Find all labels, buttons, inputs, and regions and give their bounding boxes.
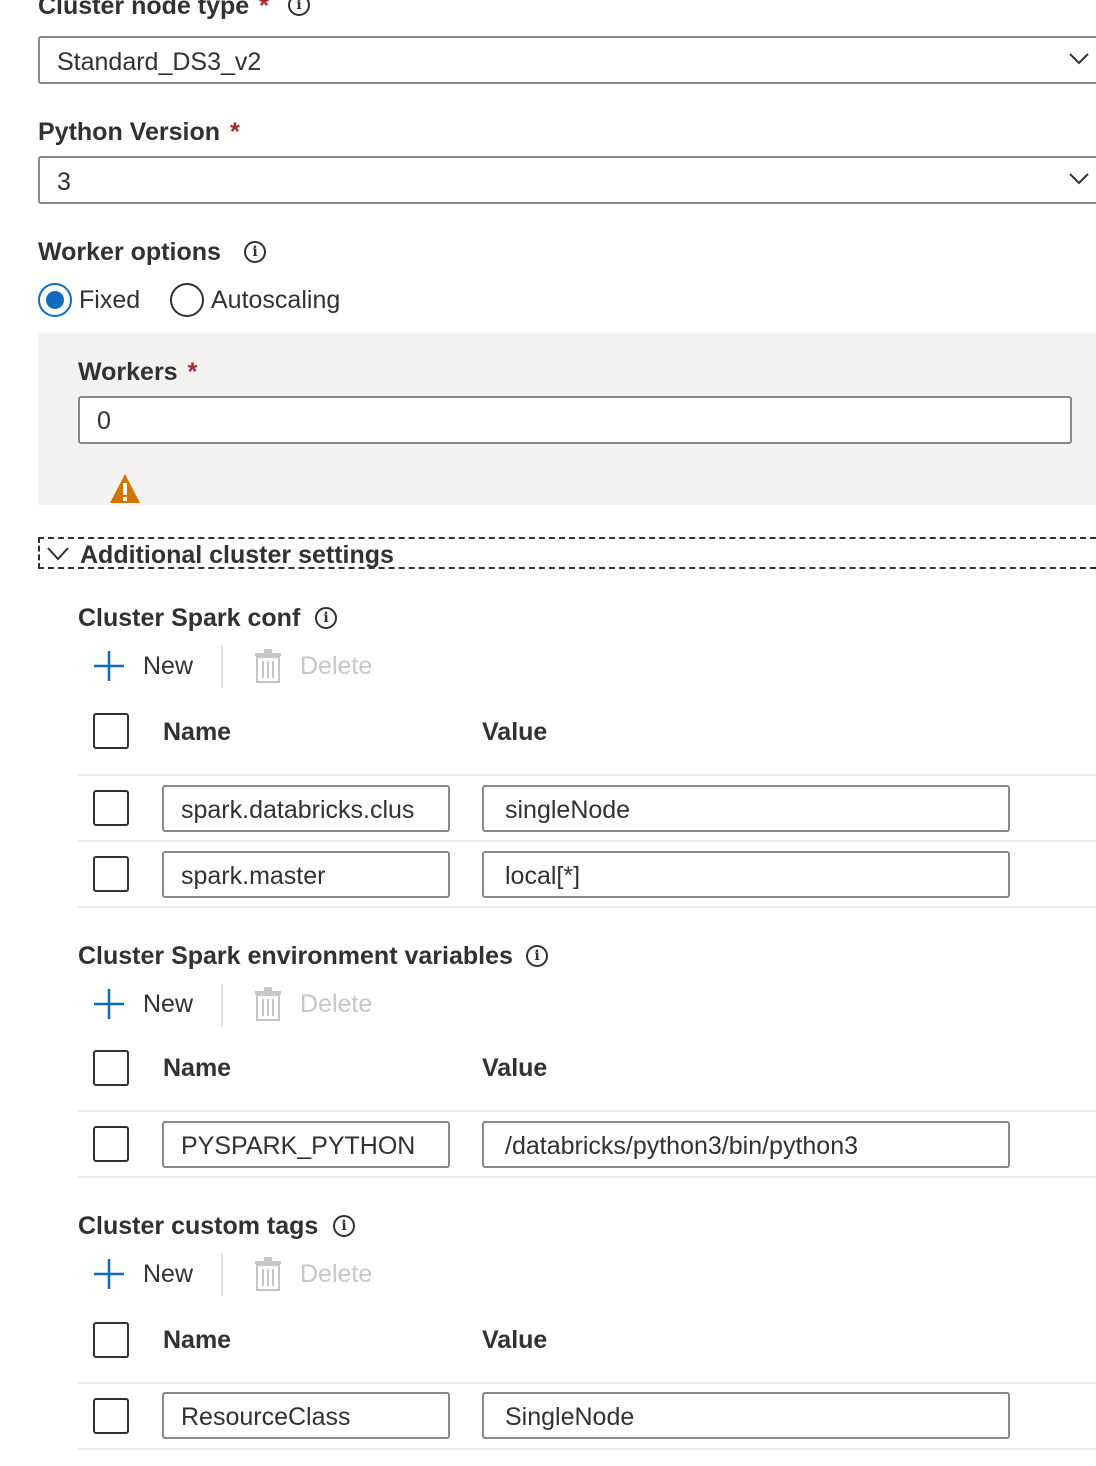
radio-fixed[interactable]: [38, 283, 72, 317]
chevron-down-icon: [1069, 53, 1089, 65]
spark-env-title: Cluster Spark environment variables: [78, 942, 513, 970]
workers-label-text: Workers: [78, 358, 178, 386]
python-version-value: 3: [57, 168, 71, 196]
workers-panel: Workers * 0: [38, 333, 1096, 505]
plus-icon[interactable]: [93, 988, 125, 1020]
custom-tag-name-value: ResourceClass: [181, 1403, 351, 1431]
chevron-down-icon: [47, 547, 69, 561]
toolbar-divider: [221, 646, 223, 688]
spark-conf-name-input[interactable]: spark.master: [162, 851, 450, 898]
spark-conf-delete-button[interactable]: Delete: [300, 652, 372, 681]
divider: [78, 1176, 1096, 1178]
spark-conf-new-button[interactable]: New: [143, 652, 193, 681]
custom-tag-value-value: SingleNode: [505, 1403, 635, 1431]
divider: [78, 1110, 1096, 1112]
column-header-value: Value: [482, 1054, 548, 1082]
spark-env-value-value: /databricks/python3/bin/python3: [505, 1132, 859, 1160]
cluster-node-type-dropdown[interactable]: Standard_DS3_v2: [38, 36, 1096, 84]
row-checkbox[interactable]: [93, 856, 129, 892]
trash-icon: [255, 987, 281, 1021]
worker-options-label: Worker options: [38, 238, 221, 266]
custom-tag-name-input[interactable]: ResourceClass: [162, 1392, 450, 1439]
column-header-value: Value: [482, 1326, 548, 1354]
spark-env-new-button[interactable]: New: [143, 990, 193, 1019]
warning-icon: [110, 474, 140, 503]
workers-value: 0: [97, 407, 111, 435]
trash-icon: [255, 1257, 281, 1291]
chevron-down-icon: [1069, 173, 1089, 185]
row-checkbox[interactable]: [93, 1126, 129, 1162]
info-icon[interactable]: i: [288, 0, 310, 16]
spark-conf-name-value: spark.master: [181, 862, 326, 890]
required-mark: *: [229, 118, 240, 146]
divider: [78, 1382, 1096, 1384]
divider: [78, 840, 1096, 842]
cluster-node-type-label: Cluster node type *: [38, 0, 269, 21]
custom-tag-value-input[interactable]: SingleNode: [482, 1392, 1010, 1439]
trash-icon: [255, 649, 281, 683]
custom-tags-new-button[interactable]: New: [143, 1260, 193, 1289]
spark-conf-name-value: spark.databricks.clus: [181, 796, 415, 824]
column-header-name: Name: [163, 1326, 232, 1354]
required-mark: *: [187, 358, 198, 386]
python-version-label-text: Python Version: [38, 118, 220, 146]
radio-autoscaling[interactable]: [170, 283, 204, 317]
workers-input[interactable]: 0: [78, 396, 1072, 444]
select-all-checkbox[interactable]: [93, 713, 129, 749]
spark-conf-value-value: singleNode: [505, 796, 631, 824]
toolbar-divider: [221, 984, 223, 1026]
select-all-checkbox[interactable]: [93, 1050, 129, 1086]
cluster-node-type-value: Standard_DS3_v2: [57, 48, 262, 76]
column-header-name: Name: [163, 718, 232, 746]
workers-label: Workers *: [78, 358, 197, 387]
column-header-value: Value: [482, 718, 548, 746]
spark-env-value-input[interactable]: /databricks/python3/bin/python3: [482, 1121, 1010, 1168]
divider: [78, 1448, 1096, 1450]
spark-conf-name-input[interactable]: spark.databricks.clus: [162, 785, 450, 832]
divider: [78, 774, 1096, 776]
info-icon[interactable]: i: [315, 607, 337, 629]
divider: [78, 906, 1096, 908]
info-icon[interactable]: i: [244, 241, 266, 263]
required-mark: *: [259, 0, 269, 20]
select-all-checkbox[interactable]: [93, 1322, 129, 1358]
radio-autoscaling-label[interactable]: Autoscaling: [211, 286, 340, 315]
spark-conf-value-input[interactable]: singleNode: [482, 785, 1010, 832]
toolbar-divider: [221, 1254, 223, 1296]
row-checkbox[interactable]: [93, 1398, 129, 1434]
custom-tags-delete-button[interactable]: Delete: [300, 1260, 372, 1289]
additional-settings-title: Additional cluster settings: [80, 541, 394, 569]
row-checkbox[interactable]: [93, 790, 129, 826]
additional-settings-expander[interactable]: Additional cluster settings: [38, 537, 1096, 569]
spark-conf-value-value: local[*]: [505, 862, 581, 890]
spark-conf-value-input[interactable]: local[*]: [482, 851, 1010, 898]
info-icon[interactable]: i: [333, 1215, 355, 1237]
radio-fixed-label[interactable]: Fixed: [79, 286, 140, 315]
spark-env-name-input[interactable]: PYSPARK_PYTHON: [162, 1121, 450, 1168]
python-version-label: Python Version *: [38, 118, 240, 147]
spark-conf-title: Cluster Spark conf: [78, 604, 301, 632]
spark-env-name-value: PYSPARK_PYTHON: [181, 1132, 416, 1160]
custom-tags-title: Cluster custom tags: [78, 1212, 319, 1240]
plus-icon[interactable]: [93, 650, 125, 682]
cluster-node-type-label-text: Cluster node type: [38, 0, 250, 20]
info-icon[interactable]: i: [526, 945, 548, 967]
python-version-dropdown[interactable]: 3: [38, 156, 1096, 204]
plus-icon[interactable]: [93, 1258, 125, 1290]
spark-env-delete-button[interactable]: Delete: [300, 990, 372, 1019]
column-header-name: Name: [163, 1054, 232, 1082]
